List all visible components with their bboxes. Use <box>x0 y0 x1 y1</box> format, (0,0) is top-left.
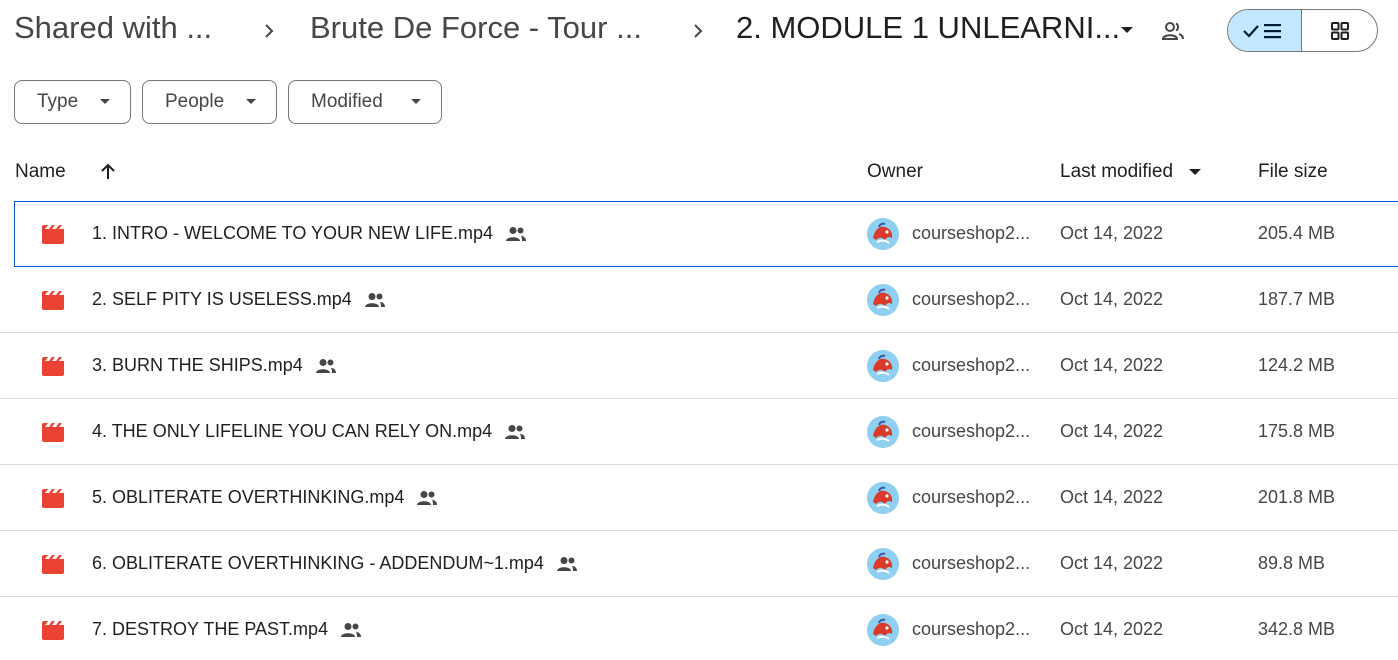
check-list-icon <box>1242 23 1281 38</box>
shared-people-icon <box>364 292 385 307</box>
list-view-button[interactable] <box>1228 10 1303 51</box>
shared-people-icon <box>556 556 577 571</box>
owner-avatar-image <box>867 284 899 316</box>
owner-avatar-image <box>867 482 899 514</box>
breadcrumb-shared-with-me[interactable]: Shared with ... <box>14 10 212 46</box>
last-modified-date: Oct 14, 2022 <box>1060 355 1164 375</box>
column-header-last-modified[interactable]: Last modified <box>1060 161 1173 183</box>
file-name-cell: 6. OBLITERATE OVERTHINKING - ADDENDUM~1.… <box>92 553 578 574</box>
breadcrumb-parent-folder[interactable]: Brute De Force - Tour ... <box>310 10 642 46</box>
owner-avatar <box>867 548 899 580</box>
video-file-icon <box>42 489 64 508</box>
owner-avatar <box>867 416 899 448</box>
video-file-icon <box>42 357 64 376</box>
owner-avatar-image <box>867 614 899 646</box>
last-modified-date: Oct 14, 2022 <box>1060 223 1164 243</box>
shared-people-icon <box>417 490 438 505</box>
owner-avatar-image <box>867 416 899 448</box>
breadcrumb: Shared with ... Brute De Force - Tour ..… <box>0 0 1398 62</box>
file-row[interactable]: 6. OBLITERATE OVERTHINKING - ADDENDUM~1.… <box>0 531 1398 597</box>
video-file-icon <box>42 621 64 640</box>
owner-avatar <box>867 482 899 514</box>
shared-people-icon <box>506 226 527 241</box>
file-name-cell: 7. DESTROY THE PAST.mp4 <box>92 619 362 640</box>
video-file-icon <box>42 225 64 244</box>
breadcrumb-current-folder[interactable]: 2. MODULE 1 UNLEARNI... <box>736 10 1120 46</box>
caret-down-icon[interactable] <box>1117 20 1137 40</box>
owner-avatar-image <box>867 218 899 250</box>
file-name-cell: 3. BURN THE SHIPS.mp4 <box>92 355 337 376</box>
last-modified-date: Oct 14, 2022 <box>1060 553 1164 573</box>
caret-down-icon <box>100 99 110 104</box>
view-toggle <box>1227 9 1378 52</box>
chevron-right-icon <box>265 24 274 38</box>
file-row[interactable]: 5. OBLITERATE OVERTHINKING.mp4 coursesho… <box>0 465 1398 531</box>
grid-view-button[interactable] <box>1302 10 1377 51</box>
file-size: 175.8 MB <box>1258 421 1336 441</box>
last-modified-date: Oct 14, 2022 <box>1060 487 1164 507</box>
video-file-icon <box>42 555 64 574</box>
file-name-cell: 4. THE ONLY LIFELINE YOU CAN RELY ON.mp4 <box>92 421 526 442</box>
caret-down-icon[interactable] <box>1188 168 1202 176</box>
filter-modified-label: Modified <box>311 91 383 112</box>
file-name: 6. OBLITERATE OVERTHINKING - ADDENDUM~1.… <box>92 553 544 573</box>
column-header-owner[interactable]: Owner <box>867 161 923 183</box>
file-size: 205.4 MB <box>1258 223 1336 243</box>
file-name-cell: 1. INTRO - WELCOME TO YOUR NEW LIFE.mp4 <box>92 223 527 244</box>
file-name-cell: 2. SELF PITY IS USELESS.mp4 <box>92 289 386 310</box>
shared-people-icon <box>315 358 336 373</box>
owner-name: courseshop2... <box>912 289 1031 309</box>
file-row[interactable]: 1. INTRO - WELCOME TO YOUR NEW LIFE.mp4 … <box>14 201 1398 267</box>
filter-type-chip[interactable]: Type <box>14 80 131 124</box>
column-header-file-size[interactable]: File size <box>1258 161 1328 183</box>
last-modified-date: Oct 14, 2022 <box>1060 289 1164 309</box>
table-header: Name Owner Last modified File size <box>0 150 1398 194</box>
video-file-icon <box>42 291 64 310</box>
owner-avatar <box>867 218 899 250</box>
file-row[interactable]: 2. SELF PITY IS USELESS.mp4 courseshop2.… <box>0 267 1398 333</box>
last-modified-date: Oct 14, 2022 <box>1060 619 1164 639</box>
owner-name: courseshop2... <box>912 355 1031 375</box>
shared-people-icon <box>341 622 362 637</box>
owner-name: courseshop2... <box>912 487 1031 507</box>
column-header-name[interactable]: Name <box>15 161 66 183</box>
owner-name: courseshop2... <box>912 553 1031 573</box>
shared-folder-icon <box>1161 22 1184 40</box>
video-file-icon <box>42 423 64 442</box>
chevron-right-icon <box>694 24 703 38</box>
filter-modified-chip[interactable]: Modified <box>288 80 442 124</box>
file-name: 2. SELF PITY IS USELESS.mp4 <box>92 289 352 309</box>
file-size: 187.7 MB <box>1258 289 1336 309</box>
filter-people-chip[interactable]: People <box>142 80 277 124</box>
file-size: 342.8 MB <box>1258 619 1336 639</box>
sort-ascending-icon[interactable] <box>98 162 118 182</box>
file-name: 3. BURN THE SHIPS.mp4 <box>92 355 303 375</box>
file-name: 4. THE ONLY LIFELINE YOU CAN RELY ON.mp4 <box>92 421 493 441</box>
last-modified-date: Oct 14, 2022 <box>1060 421 1164 441</box>
filter-type-label: Type <box>37 91 79 112</box>
owner-avatar-image <box>867 350 899 382</box>
filter-people-label: People <box>165 91 225 112</box>
file-name: 1. INTRO - WELCOME TO YOUR NEW LIFE.mp4 <box>92 223 494 243</box>
file-size: 89.8 MB <box>1258 553 1326 573</box>
owner-name: courseshop2... <box>912 223 1031 243</box>
file-name: 7. DESTROY THE PAST.mp4 <box>92 619 329 639</box>
owner-avatar <box>867 614 899 646</box>
owner-name: courseshop2... <box>912 619 1031 639</box>
caret-down-icon <box>411 99 421 104</box>
grid-icon <box>1330 21 1349 40</box>
owner-avatar-image <box>867 548 899 580</box>
file-name-cell: 5. OBLITERATE OVERTHINKING.mp4 <box>92 487 438 508</box>
file-name: 5. OBLITERATE OVERTHINKING.mp4 <box>92 487 405 507</box>
owner-name: courseshop2... <box>912 421 1031 441</box>
file-row[interactable]: 3. BURN THE SHIPS.mp4 courseshop2... Oct… <box>0 333 1398 399</box>
file-size: 124.2 MB <box>1258 355 1336 375</box>
owner-avatar <box>867 350 899 382</box>
shared-people-icon <box>505 424 526 439</box>
file-row[interactable]: 7. DESTROY THE PAST.mp4 courseshop2... O… <box>0 597 1398 660</box>
file-size: 201.8 MB <box>1258 487 1336 507</box>
caret-down-icon <box>246 99 256 104</box>
owner-avatar <box>867 284 899 316</box>
file-row[interactable]: 4. THE ONLY LIFELINE YOU CAN RELY ON.mp4… <box>0 399 1398 465</box>
